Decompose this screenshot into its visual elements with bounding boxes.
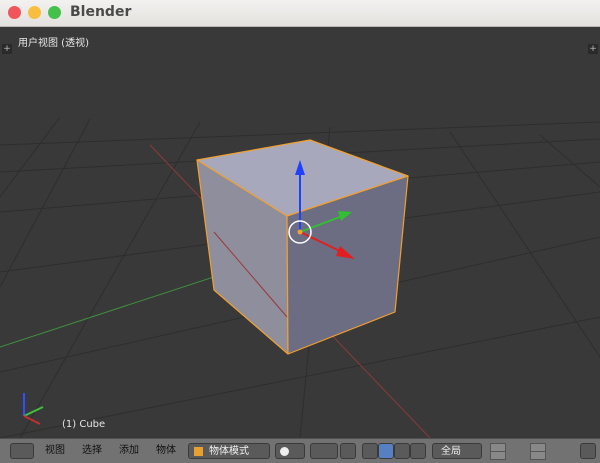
menu-view[interactable]: 视图 xyxy=(45,443,65,459)
cube-icon xyxy=(194,447,203,456)
manipulator-toggle[interactable] xyxy=(340,443,356,459)
editor-type-button[interactable] xyxy=(10,443,34,459)
rotate-button[interactable] xyxy=(394,443,410,459)
lock-camera-button[interactable] xyxy=(580,443,596,459)
translate-button[interactable] xyxy=(378,443,394,459)
sphere-icon xyxy=(280,447,289,456)
scale-button[interactable] xyxy=(410,443,426,459)
scene xyxy=(0,116,600,438)
menu-add[interactable]: 添加 xyxy=(119,443,139,459)
object-label: (1) Cube xyxy=(62,419,106,430)
menu-select[interactable]: 选择 xyxy=(82,443,102,459)
pivot-select[interactable] xyxy=(310,443,338,459)
minimize-button[interactable] xyxy=(28,6,41,19)
window-title: Blender xyxy=(70,4,132,20)
maximize-button[interactable] xyxy=(48,6,61,19)
tool-shelf-toggle-icon[interactable]: + xyxy=(2,44,12,54)
view-label: 用户视图 (透视) xyxy=(18,38,89,49)
mode-select[interactable]: 物体模式 xyxy=(188,443,270,459)
3d-viewport[interactable]: 用户视图 (透视) + + (1) Cube xyxy=(0,27,600,438)
mode-label: 物体模式 xyxy=(209,446,249,457)
menu-object[interactable]: 物体 xyxy=(156,443,176,459)
title-bar: Blender xyxy=(0,0,600,27)
shading-select[interactable] xyxy=(275,443,305,459)
properties-toggle-icon[interactable]: + xyxy=(588,44,598,54)
orientation-select[interactable]: 全局 xyxy=(432,443,482,459)
close-button[interactable] xyxy=(8,6,21,19)
manipulator-icon[interactable] xyxy=(362,443,378,459)
header-toolbar: 视图 选择 添加 物体 物体模式 全局 xyxy=(0,438,600,463)
axis-orientation-icon xyxy=(23,393,44,425)
